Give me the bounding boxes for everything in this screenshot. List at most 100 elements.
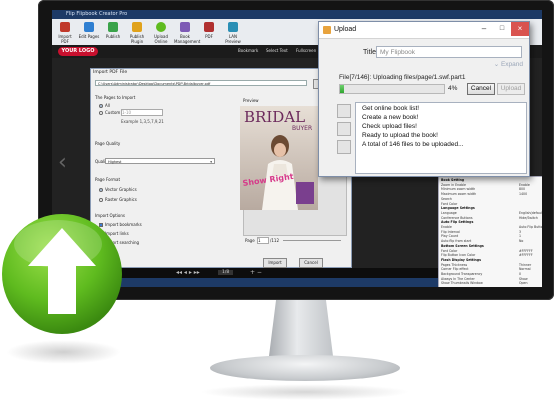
toolbar-publish-plugin-button[interactable]: Publish Plugin <box>126 21 148 44</box>
publish-plugin-icon <box>132 22 142 32</box>
settings-row-label: Play Count <box>441 234 459 239</box>
pages-heading: The Pages to Import <box>95 95 136 100</box>
settings-row[interactable]: Search <box>441 197 452 201</box>
log-icon[interactable] <box>337 122 351 136</box>
settings-row[interactable]: Flip Button Icon Color #FFFFFF <box>441 253 533 258</box>
settings-row[interactable]: Language Settings <box>441 206 475 210</box>
settings-row[interactable]: Flip Interval 3 <box>441 230 521 234</box>
pdf-file-path-field[interactable]: C:\Users\Administrator\Desktop\Documents… <box>95 80 307 86</box>
page-counter: 1/8 <box>218 270 234 275</box>
settings-row[interactable]: Corner Flip effect Normal <box>441 267 531 271</box>
app-title: Flip Flipbook Creator Pro <box>66 11 128 17</box>
settings-row[interactable]: Auto Flip Settings <box>441 220 473 224</box>
settings-row-label: Book Setting <box>441 178 465 182</box>
settings-row-value: English(default) <box>519 210 542 215</box>
expand-button[interactable]: ⌄ Expand <box>489 60 523 70</box>
import-pdf-icon <box>60 22 70 32</box>
radio-empty-icon <box>99 111 103 115</box>
settings-row[interactable]: Auto flip from start No <box>441 239 523 243</box>
settings-row[interactable]: Background Transparency 0 <box>441 272 521 276</box>
monitor-stand-neck <box>268 300 334 362</box>
settings-row[interactable]: Pages Thickness Thinner <box>441 263 531 267</box>
toolbar-book-management-button[interactable]: Book Management <box>174 21 200 44</box>
playback-controls-icon[interactable]: ◂◂ ◂ ▸ ▸▸ <box>176 269 200 276</box>
quality-select[interactable]: Highest ▾ <box>105 158 215 164</box>
preview-page-nav: Page 1 /112 <box>243 237 345 245</box>
vector-graphics-radio[interactable]: Vector Graphics <box>99 187 137 192</box>
settings-row[interactable]: Enable Auto Flip Button <box>441 225 542 229</box>
settings-row[interactable]: Language English(default) <box>441 211 542 215</box>
all-pages-radio[interactable]: All <box>99 103 110 108</box>
stand-shadow <box>200 384 410 400</box>
title-field-label: Title <box>363 49 376 56</box>
settings-row-label: Language Settings <box>441 206 475 211</box>
settings-row[interactable]: Font Color #FFFFFF <box>441 248 533 253</box>
settings-row-label: Flip Button Icon Color <box>441 253 476 258</box>
lan-preview-icon <box>228 22 238 32</box>
import-button[interactable]: Import <box>263 258 287 268</box>
close-button[interactable]: × <box>511 22 529 36</box>
quality-heading: Page Quality <box>95 141 121 146</box>
settings-row[interactable]: Bottom Screen Settings <box>441 244 484 248</box>
upload-button[interactable]: Upload <box>497 83 525 95</box>
toolbar-pdf-button[interactable]: PDF <box>198 21 220 43</box>
fullscreen-link[interactable]: Fullscreen <box>296 48 316 53</box>
upload-title-bar: Upload – □ × <box>319 22 529 39</box>
settings-row[interactable]: Flash Display Settings <box>441 258 481 262</box>
minimize-button[interactable]: – <box>475 22 493 36</box>
settings-row-value: No <box>519 239 524 244</box>
monitor-stand-base <box>210 355 400 381</box>
settings-row-value: 0 <box>519 272 522 276</box>
preview-page-slider[interactable] <box>283 240 341 241</box>
app-title-bar: Flip Flipbook Creator Pro <box>52 10 542 19</box>
settings-row-label: Minimum zoom width <box>441 187 476 192</box>
settings-row[interactable]: Book Setting <box>441 178 464 182</box>
title-input[interactable]: My Flipbook <box>376 46 522 58</box>
toolbar-publish-button[interactable]: Publish <box>102 21 124 43</box>
settings-row-value: #FFFFFF <box>519 253 533 258</box>
toolbar-edit-pages-button[interactable]: Edit Pages <box>78 21 100 43</box>
settings-row[interactable]: Always In The Center Show <box>441 276 528 281</box>
maximize-button[interactable]: □ <box>493 22 511 36</box>
toolbar-import-pdf-button[interactable]: Import PDF <box>54 21 76 44</box>
clear-icon[interactable] <box>337 140 351 154</box>
settings-row[interactable]: Maximum zoom width 1400 <box>441 192 527 196</box>
book-management-icon <box>180 22 190 32</box>
toolbar-upload-online-button[interactable]: Upload Online <box>150 21 172 44</box>
zoom-controls[interactable]: + − <box>250 269 262 276</box>
settings-row-label: Flash Display Settings <box>441 257 481 262</box>
preview-page-input[interactable]: 1 <box>257 237 269 244</box>
log-line: Ready to upload the book! <box>362 132 438 139</box>
settings-row[interactable]: Play Count 1 <box>441 234 521 239</box>
select-text-link[interactable]: Select Text <box>266 48 288 53</box>
prev-page-arrow-icon[interactable]: ‹ <box>58 150 67 175</box>
pdf-icon <box>204 22 214 32</box>
settings-row[interactable]: Zoom in Enable Enable <box>441 182 530 187</box>
settings-row-label: Zoom in Enable <box>441 182 466 187</box>
import-cancel-button[interactable]: Cancel <box>299 258 323 268</box>
settings-row-value: #FFFFFF <box>519 248 533 253</box>
brand-logo: YOUR LOGO <box>58 47 98 56</box>
settings-row[interactable]: Show Thumbnails Window Open <box>441 281 528 285</box>
bookmark-link[interactable]: Bookmark <box>238 48 258 53</box>
settings-row-label: Font Color <box>441 248 458 253</box>
settings-row[interactable]: Font Color <box>441 202 457 206</box>
upload-arrow-icon <box>2 214 122 334</box>
edit-pages-icon <box>84 22 94 32</box>
settings-row-value: Hide/Switch <box>519 215 538 220</box>
toolbar-lan-preview-button[interactable]: LAN Preview <box>222 21 244 44</box>
upload-window-title: Upload <box>334 26 357 33</box>
settings-row[interactable]: Conference Buttons Hide/Switch <box>441 216 538 220</box>
settings-row-label: Background Transparency <box>441 272 483 276</box>
settings-row[interactable]: Minimum zoom width 800 <box>441 187 525 192</box>
upload-log: Get online book list! Create a new book!… <box>355 102 527 174</box>
cancel-upload-button[interactable]: Cancel <box>467 83 495 95</box>
custom-pages-radio[interactable]: Custom <box>99 110 120 115</box>
settings-row-label: Always In The Center <box>441 276 475 281</box>
custom-pages-input[interactable]: 1-10 <box>121 109 163 116</box>
upload-progress-bar <box>339 84 445 94</box>
copy-icon[interactable] <box>337 104 351 118</box>
app-icon <box>323 26 331 34</box>
settings-row-value: Open <box>519 281 528 286</box>
log-tools <box>335 104 351 170</box>
